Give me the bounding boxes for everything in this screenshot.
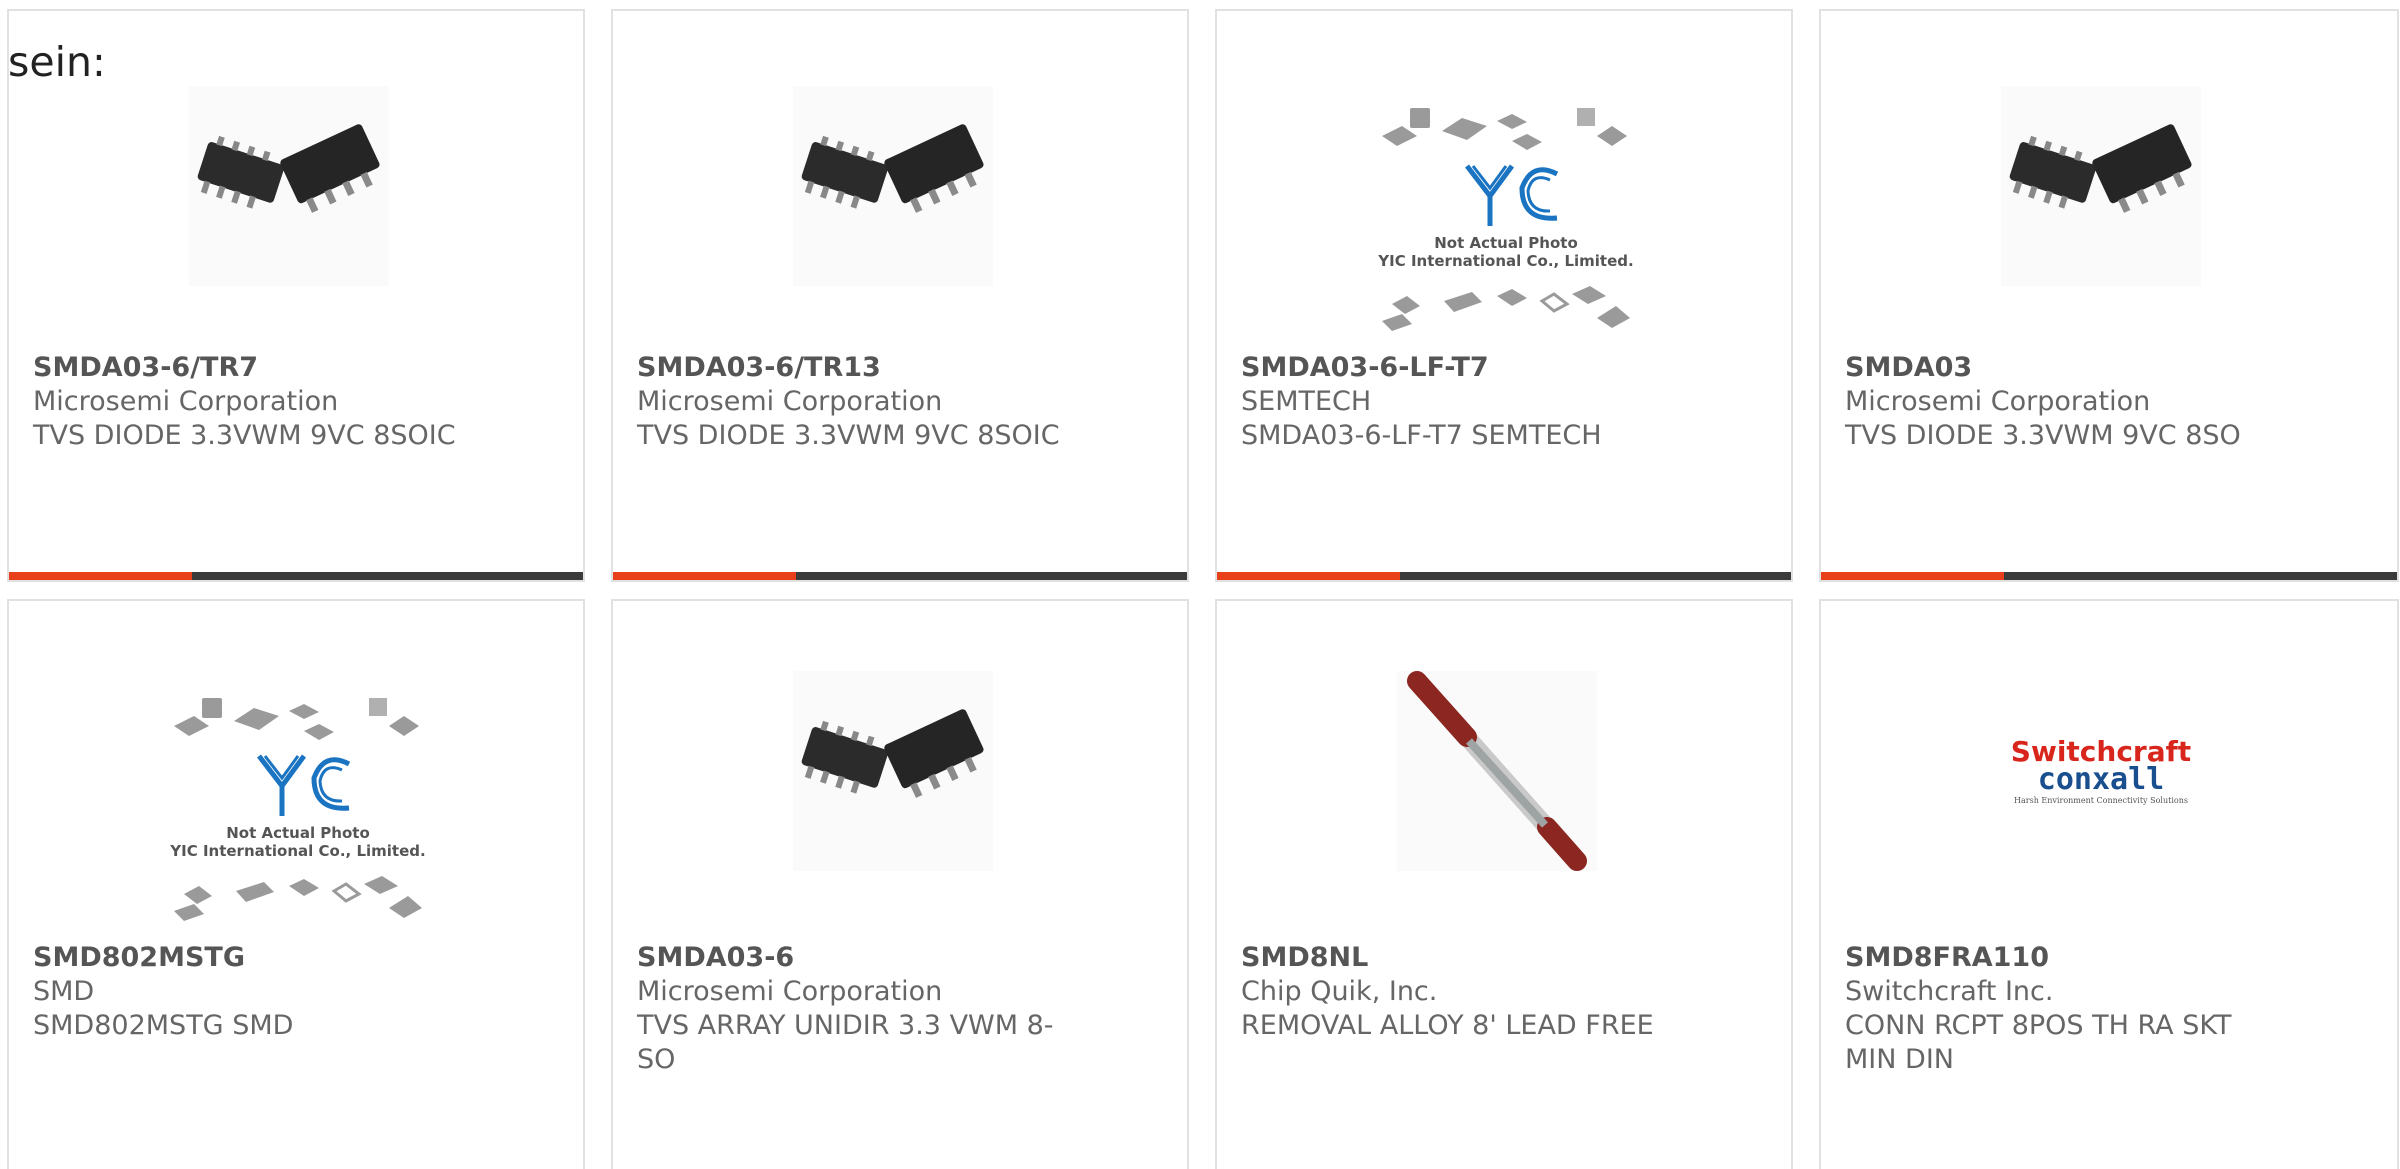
- part-number[interactable]: SMD802MSTG: [33, 941, 293, 975]
- part-number[interactable]: SMD8NL: [1241, 941, 1654, 975]
- soic-chip-icon: [801, 709, 984, 798]
- manufacturer: Chip Quik, Inc.: [1241, 976, 1438, 1007]
- product-card[interactable]: SMDA03 Microsemi Corporation TVS DIODE 3…: [1819, 9, 2399, 582]
- switchcraft-logo-icon: Switchcraft conxall Harsh Environment Co…: [2011, 735, 2191, 805]
- description: TVS DIODE 3.3VWM 9VC 8SOIC: [637, 420, 1060, 451]
- description: CONN RCPT 8POS TH RA SKT MIN DIN: [1845, 1010, 2232, 1075]
- manufacturer: SMD: [33, 976, 95, 1007]
- manufacturer: Microsemi Corporation: [637, 386, 943, 417]
- product-image-alloy-rod[interactable]: [1397, 671, 1597, 871]
- card-footer-bar: [1821, 572, 2397, 580]
- description: SMDA03-6-LF-T7 SEMTECH: [1241, 420, 1602, 451]
- product-image-soic-chip[interactable]: [2001, 86, 2201, 286]
- placeholder-caption-2: YIC International Co., Limited.: [169, 842, 425, 860]
- manufacturer: Microsemi Corporation: [637, 976, 943, 1007]
- placeholder-caption-2: YIC International Co., Limited.: [1377, 252, 1633, 270]
- manufacturer: Microsemi Corporation: [33, 386, 339, 417]
- logo-tagline: Harsh Environment Connectivity Solutions: [2014, 796, 2188, 805]
- part-number[interactable]: SMD8FRA110: [1845, 941, 2285, 975]
- description: TVS ARRAY UNIDIR 3.3 VWM 8-SO: [637, 1010, 1054, 1075]
- card-footer-bar: [613, 572, 1187, 580]
- alloy-rod-icon: [1407, 671, 1587, 871]
- product-image-logo[interactable]: Switchcraft conxall Harsh Environment Co…: [2001, 671, 2201, 871]
- manufacturer: Microsemi Corporation: [1845, 386, 2151, 417]
- product-card[interactable]: Switchcraft conxall Harsh Environment Co…: [1819, 599, 2399, 1169]
- product-card[interactable]: SMDA03-6/TR7 Microsemi Corporation TVS D…: [7, 9, 585, 582]
- part-number[interactable]: SMDA03-6: [637, 941, 1077, 975]
- soic-chip-icon: [2009, 124, 2192, 213]
- soic-chip-icon: [801, 124, 984, 213]
- part-number[interactable]: SMDA03-6-LF-T7: [1241, 351, 1602, 385]
- part-number[interactable]: SMDA03: [1845, 351, 2241, 385]
- placeholder-caption-1: Not Actual Photo: [1434, 234, 1578, 252]
- product-image-soic-chip[interactable]: [793, 671, 993, 871]
- part-number[interactable]: SMDA03-6/TR7: [33, 351, 456, 385]
- product-image-soic-chip[interactable]: [793, 86, 993, 286]
- product-card[interactable]: Not Actual Photo YIC International Co., …: [7, 599, 585, 1169]
- soic-chip-icon: [197, 124, 380, 213]
- product-card[interactable]: SMD8NL Chip Quik, Inc. REMOVAL ALLOY 8' …: [1215, 599, 1793, 1169]
- description: TVS DIODE 3.3VWM 9VC 8SO: [1845, 420, 2241, 451]
- card-footer-bar: [9, 572, 583, 580]
- intro-text: sein:: [8, 38, 106, 86]
- product-image-placeholder[interactable]: Not Actual Photo YIC International Co., …: [1372, 96, 1640, 348]
- placeholder-caption-1: Not Actual Photo: [226, 824, 370, 842]
- logo-sub: conxall: [2038, 762, 2164, 797]
- description: SMD802MSTG SMD: [33, 1010, 294, 1041]
- manufacturer: SEMTECH: [1241, 386, 1372, 417]
- product-image-soic-chip[interactable]: [189, 86, 389, 286]
- yic-placeholder-icon: Not Actual Photo YIC International Co., …: [1377, 108, 1634, 331]
- product-card[interactable]: SMDA03-6 Microsemi Corporation TVS ARRAY…: [611, 599, 1189, 1169]
- product-card[interactable]: Not Actual Photo YIC International Co., …: [1215, 9, 1793, 582]
- description: REMOVAL ALLOY 8' LEAD FREE: [1241, 1010, 1654, 1041]
- product-card[interactable]: SMDA03-6/TR13 Microsemi Corporation TVS …: [611, 9, 1189, 582]
- part-number[interactable]: SMDA03-6/TR13: [637, 351, 1060, 385]
- description: TVS DIODE 3.3VWM 9VC 8SOIC: [33, 420, 456, 451]
- manufacturer: Switchcraft Inc.: [1845, 976, 2054, 1007]
- card-footer-bar: [1217, 572, 1791, 580]
- product-image-placeholder[interactable]: Not Actual Photo YIC International Co., …: [164, 686, 432, 938]
- yic-placeholder-icon: Not Actual Photo YIC International Co., …: [169, 698, 426, 921]
